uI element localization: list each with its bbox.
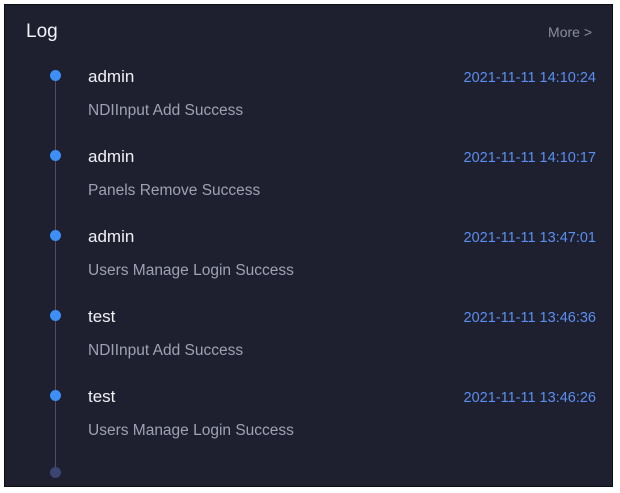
timeline-end-dot [50, 467, 61, 478]
log-panel: Log More > admin 2021-11-11 14:10:24 NDI… [4, 4, 613, 487]
log-entry: admin 2021-11-11 13:47:01 Users Manage L… [5, 227, 612, 307]
entry-user: test [88, 307, 116, 326]
entry-timestamp: 2021-11-11 13:46:26 [463, 390, 597, 406]
log-entry: admin 2021-11-11 14:10:24 NDIInput Add S… [5, 67, 612, 147]
entry-timestamp: 2021-11-11 13:47:01 [463, 230, 597, 246]
timeline-dot [50, 150, 61, 161]
log-entry: test 2021-11-11 13:46:26 Users Manage Lo… [5, 387, 612, 467]
log-entry: admin 2021-11-11 14:10:17 Panels Remove … [5, 147, 612, 227]
timeline-dot [50, 390, 61, 401]
log-entry: test 2021-11-11 13:46:36 NDIInput Add Su… [5, 307, 612, 387]
timeline-dot [50, 230, 61, 241]
panel-title: Log [26, 21, 58, 42]
entry-user: admin [88, 67, 135, 86]
entry-message: NDIInput Add Success [88, 102, 244, 119]
timeline-dot [50, 310, 61, 321]
entry-timestamp: 2021-11-11 13:46:36 [463, 310, 597, 326]
entry-message: Panels Remove Success [88, 182, 261, 199]
entry-timestamp: 2021-11-11 14:10:24 [463, 70, 597, 86]
entry-user: admin [88, 227, 135, 246]
log-list: admin 2021-11-11 14:10:24 NDIInput Add S… [5, 67, 612, 467]
entry-message: Users Manage Login Success [88, 422, 294, 439]
timeline-dot [50, 70, 61, 81]
more-link[interactable]: More > [548, 23, 592, 41]
entry-message: NDIInput Add Success [88, 342, 244, 359]
entry-user: test [88, 387, 116, 406]
entry-message: Users Manage Login Success [88, 262, 294, 279]
entry-timestamp: 2021-11-11 14:10:17 [463, 150, 597, 166]
entry-user: admin [88, 147, 135, 166]
